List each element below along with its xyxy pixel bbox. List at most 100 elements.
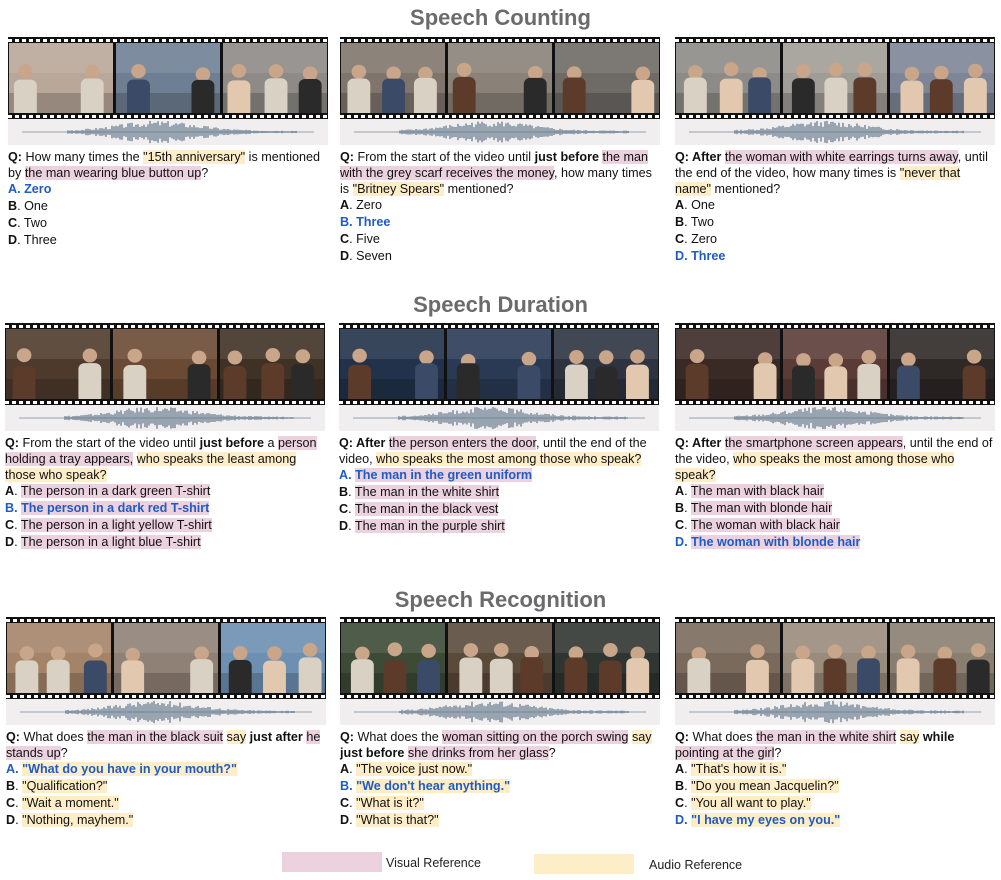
option-separator: .	[14, 484, 21, 498]
option-text: Seven	[356, 249, 392, 263]
answer-option: D. Seven	[340, 248, 662, 265]
video-frame	[783, 43, 887, 113]
option-text: Five	[356, 232, 380, 246]
visual-reference-highlight: the man in the black suit	[87, 730, 224, 744]
question-fragment	[223, 730, 227, 744]
video-frame	[341, 43, 445, 113]
answer-option: B. One	[8, 198, 330, 215]
video-frames-strip	[675, 37, 995, 119]
answer-option: C. The woman with black hair	[675, 517, 997, 534]
option-text: The person in a dark red T-shirt	[21, 501, 210, 515]
question-card: Q: How many times the "15th anniversary"…	[8, 37, 330, 249]
answer-option: C. Five	[340, 231, 662, 248]
video-frames-strip	[675, 617, 995, 699]
video-frame	[447, 329, 551, 399]
answer-options: A. One B. Two C. Zero D. Three	[675, 197, 997, 265]
emphasis-text: Q:	[8, 150, 26, 164]
emphasis-text: Q:	[675, 730, 693, 744]
question-fragment: a	[263, 436, 278, 450]
emphasis-text: After	[692, 150, 722, 164]
question-card: Q: After the smartphone screen appears, …	[675, 323, 997, 551]
emphasis-text: After	[356, 436, 386, 450]
option-text: "We don't hear anything."	[356, 779, 511, 793]
question-text: Q: From the start of the video until jus…	[340, 149, 662, 197]
option-letter: C	[339, 502, 349, 516]
answer-option-correct: A. "What do you have in your mouth?"	[6, 761, 328, 778]
video-frame	[448, 43, 552, 113]
answer-options: A. "What do you have in your mouth?" B. "…	[6, 761, 328, 829]
answer-option: C. Zero	[675, 231, 997, 248]
video-frame	[890, 623, 994, 693]
question-fragment: What does	[23, 730, 88, 744]
emphasis-text: just before	[534, 150, 599, 164]
audio-waveform	[5, 405, 325, 431]
emphasis-text: just before	[340, 746, 405, 760]
section-title-recognition: Speech Recognition	[394, 587, 607, 612]
option-text: One	[691, 198, 715, 212]
video-frames-strip	[8, 37, 328, 119]
video-frame	[554, 329, 658, 399]
option-text: The woman with blonde hair	[691, 535, 861, 549]
option-text: Zero	[24, 182, 52, 196]
audio-waveform	[340, 119, 660, 145]
option-letter: B	[340, 779, 350, 793]
answer-option: D. The man in the purple shirt	[339, 518, 661, 535]
option-text: Three	[691, 249, 726, 263]
emphasis-text: Q:	[339, 436, 357, 450]
visual-reference-highlight: the smartphone screen appears	[724, 436, 903, 450]
emphasis-text: Q:	[340, 150, 358, 164]
emphasis-text: just after	[249, 730, 303, 744]
video-frame	[676, 43, 780, 113]
emphasis-text: Q:	[675, 150, 693, 164]
audio-reference-swatch	[534, 854, 634, 874]
question-card: Q: After the woman with white earrings t…	[675, 37, 997, 265]
option-text: The person in a light blue T-shirt	[20, 535, 201, 549]
option-letter: C	[8, 216, 18, 230]
answer-option: A. The person in a dark green T-shirt	[5, 483, 327, 500]
option-separator: .	[684, 484, 691, 498]
audio-waveform	[675, 119, 995, 145]
question-text: Q: What does the man in the black suit s…	[6, 729, 328, 761]
option-letter: C	[340, 796, 350, 810]
audio-reference-highlight: say	[899, 730, 920, 744]
visual-reference-highlight: pointing at the girl	[675, 746, 775, 760]
audio-reference-label: Audio Reference	[649, 858, 743, 872]
visual-reference-highlight: the person enters the door	[388, 436, 536, 450]
option-letter: A	[340, 198, 350, 212]
option-text: "That's how it is."	[691, 762, 787, 776]
video-frame	[555, 43, 659, 113]
option-letter: C	[6, 796, 16, 810]
option-text: "What is that?"	[356, 813, 439, 827]
option-separator: .	[17, 216, 24, 230]
question-text: Q: How many times the "15th anniversary"…	[8, 149, 330, 181]
option-text: "Do you mean Jacquelin?"	[691, 779, 839, 793]
option-text: "Nothing, mayhem."	[22, 813, 134, 827]
answer-option: D. The person in a light blue T-shirt	[5, 534, 327, 551]
audio-waveform	[675, 405, 995, 431]
answer-option: C. "Wait a moment."	[6, 795, 328, 812]
option-letter: B	[339, 485, 349, 499]
option-text: The man in the white shirt	[354, 485, 500, 499]
answer-option: C. "What is it?"	[340, 795, 662, 812]
option-letter: B	[6, 779, 16, 793]
answer-option-correct: B. Three	[340, 214, 662, 231]
video-frame	[7, 623, 111, 693]
answer-option: B. Two	[675, 214, 997, 231]
option-text: The man in the green uniform	[355, 468, 533, 482]
answer-options: A. The man with black hair B. The man wit…	[675, 483, 997, 551]
answer-option: B. The man in the white shirt	[339, 484, 661, 501]
video-frame	[220, 329, 324, 399]
video-frames-strip	[5, 323, 325, 405]
video-frame	[448, 623, 552, 693]
question-fragment: What does the	[357, 730, 443, 744]
option-text: The woman with black hair	[690, 518, 840, 532]
emphasis-text: After	[692, 436, 722, 450]
option-text: Two	[23, 216, 47, 230]
option-text: Two	[690, 215, 714, 229]
answer-option-correct: D. Three	[675, 248, 997, 265]
emphasis-text: just before	[199, 436, 264, 450]
visual-reference-highlight: she drinks from her glass	[407, 746, 549, 760]
option-text: "The voice just now."	[356, 762, 473, 776]
video-frame	[676, 329, 780, 399]
emphasis-text: Q:	[6, 730, 24, 744]
